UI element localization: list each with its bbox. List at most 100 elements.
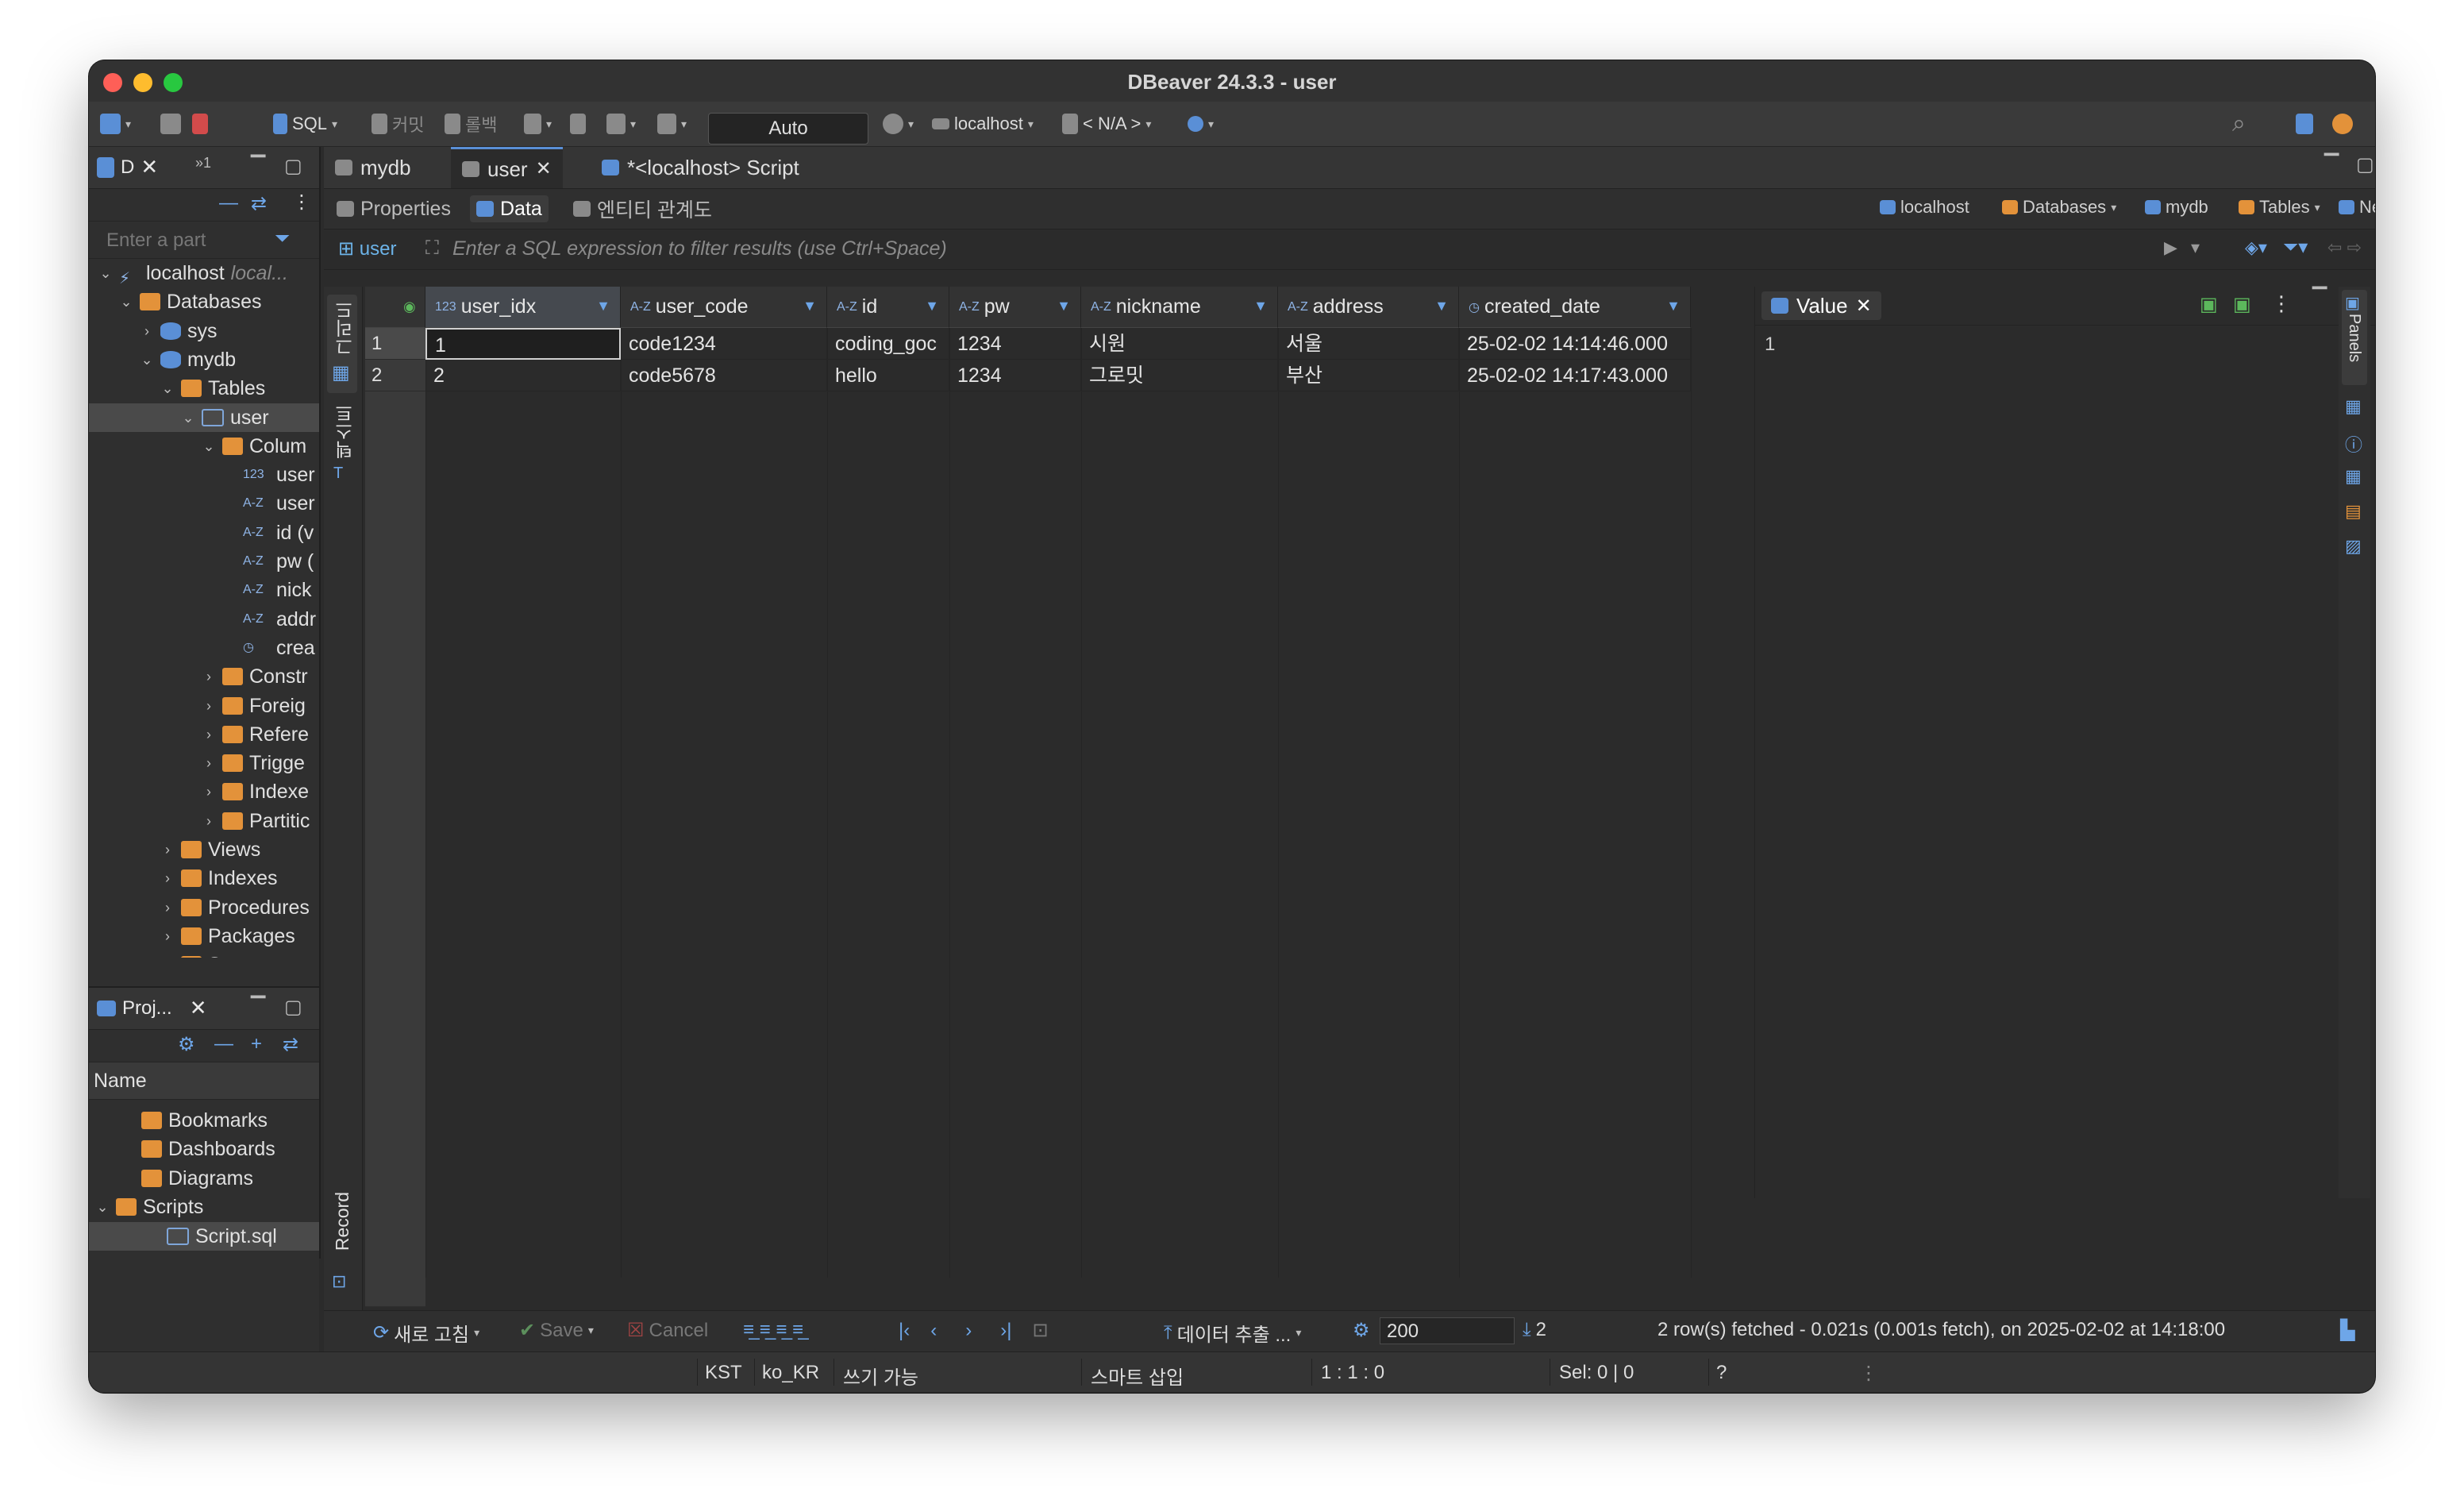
row-number[interactable]: 2 [365,360,425,391]
close-icon[interactable]: ✕ [536,148,552,190]
nav-tree-item[interactable]: ⌄ Colum [89,432,319,461]
table-cell[interactable]: 1234 [949,360,1081,391]
commit-button[interactable]: 커밋 [372,108,424,140]
chevron-down-icon[interactable]: ⌄ [98,259,113,287]
chevron-down-icon[interactable]: ⌄ [119,287,133,316]
close-icon[interactable]: ✕ [190,996,207,1020]
cancel-button[interactable]: ☒ Cancel [627,1319,708,1342]
subtab[interactable]: Properties [330,195,457,222]
transaction-mode-button[interactable]: ▾ [524,108,552,140]
chevron-right-icon[interactable]: › [202,720,216,749]
column-filter-icon[interactable]: ▼ [1253,298,1268,314]
maximize-icon[interactable]: ▢ [284,155,302,178]
metadata-icon[interactable]: ▦ [2345,396,2362,417]
history-button[interactable]: ▾ [883,108,914,140]
nav-tree-item[interactable]: › Partitic [89,807,319,835]
chevron-right-icon[interactable]: › [160,864,175,893]
export-button[interactable]: ⤒ 데이터 추출 ... ▾ [1164,1319,1301,1347]
nav-tree-item[interactable]: › Procedures [89,893,319,922]
row-number[interactable]: 1 [365,328,425,360]
panels-layout-icon[interactable]: ▙ [2340,1319,2354,1342]
perspective-button[interactable] [2296,108,2313,140]
filter-icon[interactable]: ⏷▾ [2283,236,2308,259]
maximize-icon[interactable]: ▢ [284,996,302,1019]
chevron-right-icon[interactable]: › [202,777,216,806]
tab-projects[interactable]: Proj... ✕ [97,996,206,1020]
monitor-button[interactable]: ▾ [606,108,636,140]
table-cell[interactable]: code5678 [621,360,827,391]
table-cell[interactable]: coding_goc [827,328,949,360]
chevron-down-icon[interactable]: ⌄ [181,403,195,432]
column-filter-icon[interactable]: ▼ [1057,298,1071,314]
nav-tree-item[interactable]: A-Z addr [89,605,319,634]
view-menu-icon[interactable]: ⋮ [292,191,311,214]
column-filter-icon[interactable]: ▼ [596,298,610,314]
nav-tree-item[interactable]: A-Z nick [89,576,319,604]
minimize-icon[interactable]: ▔ [2324,153,2339,176]
chevron-right-icon[interactable]: › [160,950,175,958]
chevron-right-icon[interactable]: › [202,749,216,777]
breadcrumb-item[interactable]: Databases ▾ [2002,197,2116,218]
grid-view-toggle[interactable]: 그리드 ▦ [327,295,357,393]
more-options-icon[interactable]: ⋮ [2271,291,2292,316]
nav-tree-item[interactable]: › Trigge [89,749,319,777]
info-icon[interactable]: ⓘ [2345,431,2362,457]
link-icon[interactable]: ⇄ [283,1033,298,1056]
chevron-down-icon[interactable]: ⌄ [95,1193,110,1221]
dbeaver-logo-button[interactable] [2332,108,2353,140]
search-button[interactable]: ▾ [1188,108,1214,140]
link-editor-icon[interactable]: ⇄ [251,192,267,215]
close-icon[interactable]: ✕ [141,155,158,179]
grouping-icon[interactable]: ▤ [2345,501,2362,522]
nav-tree-item[interactable]: ⌄ ⚡ localhost local... [89,259,319,287]
active-connection-selector[interactable]: localhost ▾ [932,108,1034,140]
calc-icon[interactable]: ▦ [2345,466,2362,487]
sql-editor-button[interactable]: SQL ▾ [273,108,337,140]
nav-tree-item[interactable]: ⌄ mydb [89,345,319,374]
edit-row-buttons[interactable]: ≡̲ ≡̲ ≡̲ ≡̲ [743,1319,803,1341]
back-icon[interactable]: ⇦ ⇨ [2327,237,2362,258]
breadcrumb-item[interactable]: localhost [1880,197,1969,218]
table-cell[interactable]: 25-02-02 14:14:46.000 [1459,328,1691,360]
project-tree-item[interactable]: Diagrams [89,1164,319,1193]
nav-tree-item[interactable]: › Refere [89,720,319,749]
table-cell[interactable]: 부산 [1278,360,1459,391]
tab-database-navigator[interactable]: D ✕ [97,155,158,179]
navigator-filter-input[interactable]: Enter a part ⏷ [89,222,319,259]
nav-tree-item[interactable]: ◷ crea [89,634,319,662]
project-tree-item[interactable]: Bookmarks [89,1106,319,1135]
text-view-toggle[interactable]: 텍스트 T [327,404,357,492]
row-count-button[interactable]: ⤓ 2 [1523,1319,1546,1341]
table-cell[interactable]: 25-02-02 14:17:43.000 [1459,360,1691,391]
more-tabs-button[interactable]: »1 [195,155,211,172]
column-header[interactable]: A-Z user_code ▼ [621,287,827,328]
minimize-icon[interactable]: ▔ [2312,287,2327,310]
column-filter-icon[interactable]: ▼ [925,298,939,314]
fetch-size-input[interactable]: 200 [1380,1317,1515,1344]
subtab[interactable]: 엔티티 관계도 [567,195,718,222]
nav-tree-item[interactable]: › sys [89,317,319,345]
rollback-button[interactable]: 롤백 [445,108,497,140]
minimize-icon[interactable]: ▔ [251,996,265,1019]
column-filter-icon[interactable]: ▼ [1666,298,1681,314]
refresh-button[interactable]: ⟳ 새로 고침 ▾ [373,1319,479,1347]
editor-tab[interactable]: *<localhost> Script [591,147,810,188]
global-search-button[interactable]: ⌕ [2232,108,2246,140]
connect-button[interactable] [160,108,181,140]
chevron-right-icon[interactable]: › [202,662,216,691]
nav-tree-item[interactable]: › Views [89,835,319,864]
chevron-right-icon[interactable]: › [140,317,154,345]
filter-input[interactable]: Enter a SQL expression to filter results… [452,237,947,260]
chevron-right-icon[interactable]: › [160,893,175,922]
help-status[interactable]: ? [1716,1362,1727,1384]
column-header[interactable]: A-Z nickname ▼ [1081,287,1278,328]
collapse-all-icon[interactable]: — [219,192,238,214]
nav-tree-item[interactable]: A-Z id (v [89,519,319,547]
network-button[interactable]: ▾ [657,108,687,140]
tab-value[interactable]: Value ✕ [1761,291,1881,320]
nav-tree-item[interactable]: › Packages [89,922,319,950]
eraser-icon[interactable]: ◈▾ [2245,237,2267,258]
disconnect-button[interactable] [192,108,208,140]
chevron-right-icon[interactable]: › [202,807,216,835]
settings-button[interactable]: ⚙ [1353,1319,1370,1342]
